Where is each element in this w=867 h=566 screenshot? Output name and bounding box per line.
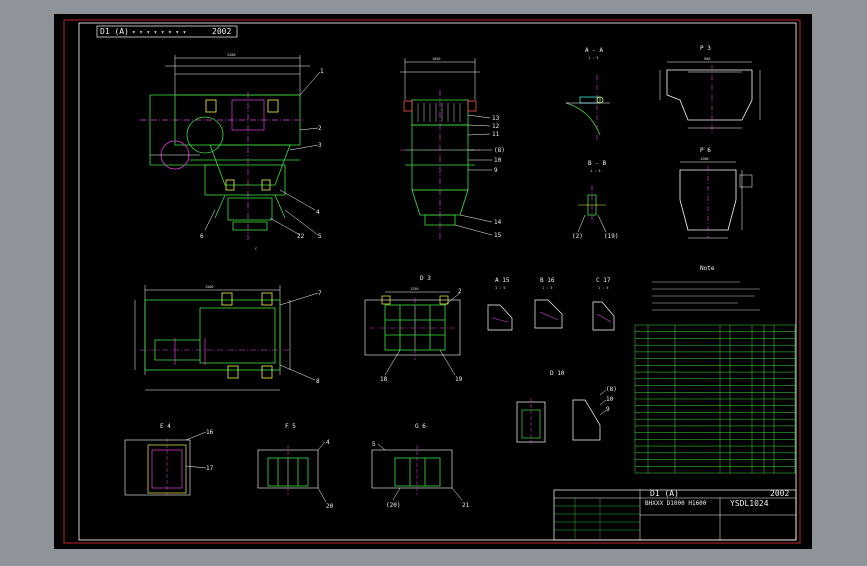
dim-p6-width: 1200: [700, 157, 708, 161]
balloon-d3-18: 18: [380, 376, 388, 383]
balloon-plan-8: 8: [316, 378, 320, 385]
balloon-front-2: 2: [318, 125, 322, 132]
title-block-label: D1 (A): [650, 489, 679, 498]
balloon-bb-19: (19): [604, 233, 618, 240]
detail-b16-scale: 1 : 5: [542, 286, 553, 290]
balloon-d3-2: 2: [458, 288, 462, 295]
balloon-f5-4: 4: [326, 439, 330, 446]
dim-plan-width: 1500: [205, 285, 213, 289]
view-f5-title: F 5: [285, 423, 296, 430]
balloon-side-13: 13: [492, 115, 500, 122]
dim-d3-width: 1250: [410, 287, 418, 291]
title-block-model: BHXXX D1000 H1600: [645, 500, 707, 507]
drawing-viewport[interactable]: D1 (A) ▾ ▾ ▾ ▾ ▾ ▾ ▾ ▾ 2002 1200 1 2 3 4…: [0, 0, 867, 562]
view-d3-title: D 3: [420, 275, 431, 282]
title-block-year: 2002: [770, 489, 789, 498]
section-bb-scale: 1 : 5: [590, 169, 601, 173]
balloon-bb-2: (2): [572, 233, 583, 240]
balloon-side-12: 12: [492, 123, 500, 130]
title-tag-year: 2002: [212, 27, 231, 36]
balloon-side-15: 15: [494, 232, 502, 239]
dim-top-width: 1200: [227, 53, 235, 57]
balloon-d3-19: 19: [455, 376, 463, 383]
balloon-side-9: 9: [494, 167, 498, 174]
detail-c17-title: C 17: [596, 277, 611, 284]
balloon-side-10: 10: [494, 157, 502, 164]
balloon-d10-9: 9: [606, 406, 610, 413]
balloon-front-4: 4: [316, 209, 320, 216]
view-p6-title: P 6: [700, 147, 711, 154]
balloon-plan-7: 7: [318, 290, 322, 297]
view-g6-title: G 6: [415, 423, 426, 430]
section-aa-scale: 1 : 5: [588, 56, 599, 60]
dim-p3-width: 900: [704, 57, 710, 61]
balloon-g6-21: 21: [462, 502, 470, 509]
view-e4-title: E 4: [160, 423, 171, 430]
balloon-f5-20: 20: [326, 503, 334, 510]
view-p3-title: P 3: [700, 45, 711, 52]
section-bb-title: B - B: [588, 160, 606, 167]
svg-text:▾ ▾ ▾ ▾ ▾ ▾ ▾ ▾: ▾ ▾ ▾ ▾ ▾ ▾ ▾ ▾: [132, 29, 186, 36]
balloon-front-5: 5: [318, 233, 322, 240]
section-aa-title: A - A: [585, 47, 603, 54]
balloon-front-22: 22: [297, 233, 305, 240]
detail-d10-title: D 10: [550, 370, 565, 377]
balloon-side-14: 14: [494, 219, 502, 226]
balloon-front-1: 1: [320, 68, 324, 75]
balloon-g6-20: (20): [386, 502, 400, 509]
title-tag-label: D1 (A): [100, 27, 129, 36]
detail-a15-title: A 15: [495, 277, 510, 284]
balloon-side-11: 11: [492, 131, 500, 138]
notes-title: Note: [700, 265, 715, 272]
detail-c17-scale: 1 : 5: [598, 286, 609, 290]
detail-b16-title: B 16: [540, 277, 555, 284]
detail-a15-scale: 1 : 5: [495, 286, 506, 290]
balloon-g6-5: 5: [372, 441, 376, 448]
paper: [54, 14, 812, 549]
cad-sheet: D1 (A) ▾ ▾ ▾ ▾ ▾ ▾ ▾ ▾ 2002 1200 1 2 3 4…: [54, 14, 812, 549]
balloon-e4-17: 17: [206, 465, 214, 472]
balloon-d10-10: 10: [606, 396, 614, 403]
dim-side-width: 1050: [432, 57, 440, 61]
balloon-side-8: (8): [494, 147, 505, 154]
view-c-tag: C: [255, 247, 257, 251]
title-block-drawing-no: YSDL1024: [730, 499, 769, 508]
balloon-front-6: 6: [200, 233, 204, 240]
balloon-front-3: 3: [318, 142, 322, 149]
balloon-e4-16: 16: [206, 429, 214, 436]
balloon-d10-8: (8): [606, 386, 617, 393]
